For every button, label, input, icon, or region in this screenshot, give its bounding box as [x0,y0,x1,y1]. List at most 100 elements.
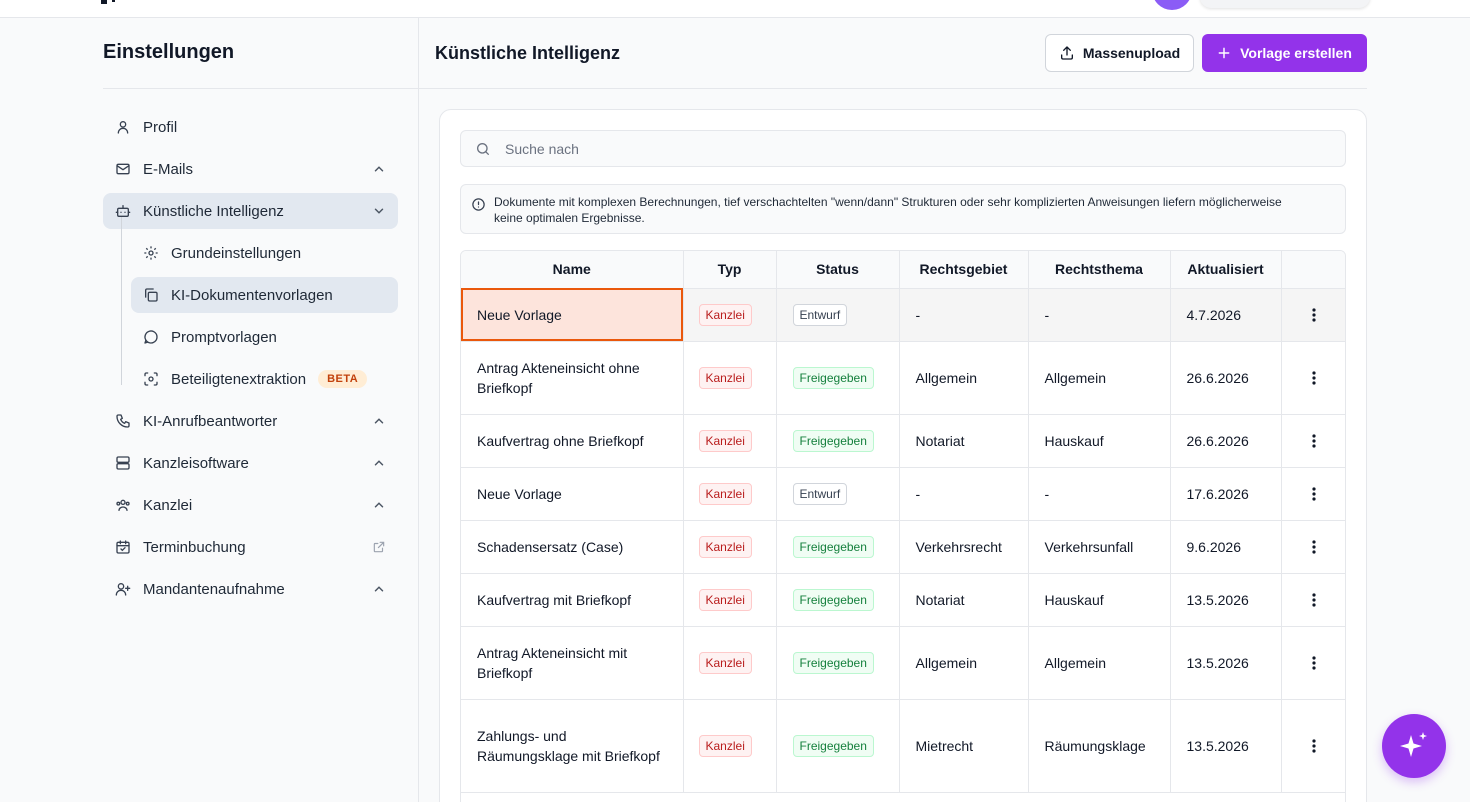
table-row[interactable]: Schadensersatz (Case) Kanzlei Freigegebe… [461,520,1345,574]
more-vertical-icon [1282,592,1346,607]
type-badge: Kanzlei [698,303,752,326]
table-row[interactable]: Kaufvertrag ohne Briefkopf Kanzlei Freig… [461,414,1346,468]
page-title: Künstliche Intelligenz [435,43,621,63]
app-logo[interactable] [101,0,107,4]
row-menu-button[interactable] [1281,626,1346,700]
row-menu-button[interactable] [1281,288,1345,342]
cell-name[interactable]: Neue Vorlage [461,467,684,521]
phone-icon [115,413,131,429]
chevron-up-icon[interactable] [372,498,386,512]
cell-name[interactable]: Antrag Akteneinsicht ohne Briefkopf [461,341,684,415]
sidebar-item-beteiligtenextraktion[interactable]: Beteiligtenextraktion BETA [131,361,398,397]
more-vertical-icon [1282,433,1346,448]
row-menu-button[interactable] [1281,341,1346,415]
chevron-up-icon[interactable] [372,582,386,596]
cell-name[interactable]: Kaufvertrag mit Briefkopf [461,573,684,627]
alert-circle-icon [471,197,486,212]
column-header-status[interactable]: Status [776,251,900,289]
table-row[interactable]: Antrag Akteneinsicht ohne Briefkopf Kanz… [461,341,1346,415]
sidebar-item-ki-dokumentenvorlagen[interactable]: KI-Dokumentenvorlagen [131,277,398,313]
row-menu-button[interactable] [1281,520,1345,574]
sparkles-icon [1397,729,1431,763]
cell-aktualisiert: 26.6.2026 [1170,341,1282,415]
cell-name[interactable]: Neue Vorlage [461,288,684,342]
column-header-typ[interactable]: Typ [683,251,777,289]
sidebar-item-label: Künstliche Intelligenz [143,202,284,220]
type-badge: Kanzlei [698,651,752,674]
cell-aktualisiert: 9.6.2026 [1170,520,1282,574]
column-header-name[interactable]: Name [461,251,684,289]
table-row[interactable]: Kaufvertrag mit Briefkopf Kanzlei Freige… [461,573,1346,627]
sidebar-item-kanzlei[interactable]: Kanzlei [103,487,398,523]
cell-name[interactable]: Kaufvertrag ohne Briefkopf [461,414,684,468]
row-menu-button[interactable] [1281,414,1346,468]
table-row[interactable]: Neue Vorlage Kanzlei Entwurf - - 17.6.20… [461,467,1346,521]
table-row[interactable]: Neue Vorlage Kanzlei Entwurf - - 4.7.202… [461,288,1345,342]
sidebar-item-grundeinstellungen[interactable]: Grundeinstellungen [131,235,398,271]
cell-rechtsgebiet: Mietrecht [899,699,1029,793]
create-template-button[interactable]: Vorlage erstellen [1202,34,1367,72]
sidebar-item-emails[interactable]: E-Mails [103,151,398,187]
more-vertical-icon [1282,370,1346,385]
row-menu-button[interactable] [1281,467,1346,521]
row-menu-button[interactable] [1281,573,1346,627]
sidebar-item-kanzleisoftware[interactable]: Kanzleisoftware [103,445,398,481]
user-plus-icon [115,581,131,597]
chevron-up-icon[interactable] [372,414,386,428]
cell-rechtsthema: - [1028,467,1171,521]
table-row[interactable]: Antrag Akteneinsicht mit Briefkopf Kanzl… [461,626,1346,700]
type-badge: Kanzlei [698,482,752,505]
user-menu[interactable] [1200,0,1370,8]
column-header-rechtsthema[interactable]: Rechtsthema [1028,251,1171,289]
mail-icon [115,161,131,177]
table-header-row: Name Typ Status Rechtsgebiet Rechtsthema… [461,251,1345,289]
ai-assistant-button[interactable] [1382,714,1446,778]
top-bar [0,0,1470,18]
cell-name[interactable]: Schadensersatz (Case) [461,520,684,574]
search-input[interactable] [505,140,1305,157]
chevron-up-icon[interactable] [372,456,386,470]
cell-rechtsgebiet: Notariat [899,573,1029,627]
sidebar-item-ki-anrufbeantworter[interactable]: KI-Anrufbeantworter [103,403,398,439]
row-menu-button[interactable] [1281,699,1345,793]
user-avatar[interactable] [1152,0,1192,10]
plus-icon [1217,46,1240,60]
notice-text: Dokumente mit komplexen Berechnungen, ti… [494,195,1282,225]
cell-name[interactable]: Antrag Akteneinsicht mit Briefkopf [461,626,684,700]
sidebar-item-label: Terminbuchung [143,538,246,556]
header-divider [419,88,1367,89]
column-header-rechtsgebiet[interactable]: Rechtsgebiet [899,251,1029,289]
cell-rechtsgebiet: Notariat [899,414,1029,468]
sidebar-item-mandantenaufnahme[interactable]: Mandantenaufnahme [103,571,398,607]
cell-name[interactable]: Zahlungs- und Räumungsklage mit Briefkop… [461,699,684,793]
cell-rechtsthema: - [1028,288,1171,342]
cell-rechtsgebiet: Allgemein [899,626,1029,700]
sidebar-item-label: Kanzleisoftware [143,454,249,472]
cell-rechtsgebiet: Verkehrsrecht [899,520,1029,574]
chevron-down-icon[interactable] [372,204,386,218]
more-vertical-icon [1282,486,1346,501]
cell-rechtsthema: Allgemein [1028,341,1171,415]
mass-upload-button[interactable]: Massenupload [1045,34,1194,72]
more-vertical-icon [1282,655,1346,670]
gear-icon [143,245,159,261]
sidebar-item-label: Grundeinstellungen [171,244,302,262]
sidebar-item-terminbuchung[interactable]: Terminbuchung [103,529,398,565]
status-badge: Freigegeben [792,366,874,389]
server-icon [115,455,131,471]
sidebar-item-label: KI-Anrufbeantworter [143,412,278,430]
sidebar-item-label: Beteiligtenextraktion [171,370,307,388]
column-header-aktualisiert[interactable]: Aktualisiert [1170,251,1282,289]
external-link-icon[interactable] [372,540,386,554]
users-icon [115,497,131,513]
sidebar-item-ki[interactable]: Künstliche Intelligenz [103,193,398,229]
status-badge: Entwurf [792,482,848,505]
type-badge: Kanzlei [698,588,752,611]
sidebar-item-promptvorlagen[interactable]: Promptvorlagen [131,319,398,355]
chevron-up-icon[interactable] [372,162,386,176]
table-row[interactable]: Zahlungs- und Räumungsklage mit Briefkop… [461,699,1345,793]
sidebar-item-label: Promptvorlagen [171,328,277,346]
sidebar-item-label: Kanzlei [143,496,193,514]
status-badge: Freigegeben [792,588,874,611]
sidebar-item-profil[interactable]: Profil [103,109,398,145]
